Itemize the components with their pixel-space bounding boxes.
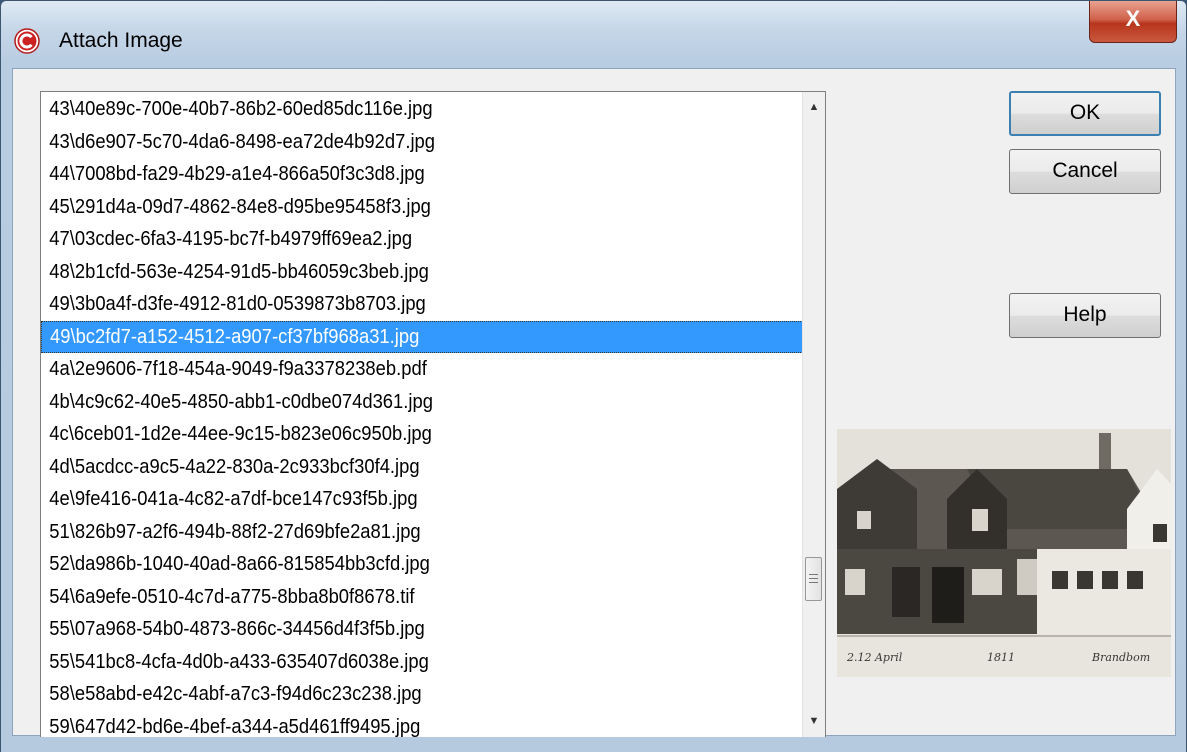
file-listbox[interactable]: 43\40e89c-700e-40b7-86b2-60ed85dc116e.jp…	[40, 91, 826, 739]
list-item-label: 59\647d42-bd6e-4bef-a344-a5d461ff9495.jp…	[49, 715, 421, 738]
app-c-logo-icon	[14, 28, 40, 54]
cancel-button[interactable]: Cancel	[1009, 149, 1161, 194]
file-list: 43\40e89c-700e-40b7-86b2-60ed85dc116e.jp…	[41, 93, 807, 739]
scroll-thumb[interactable]	[805, 557, 822, 601]
list-item-label: 4c\6ceb01-1d2e-44ee-9c15-b823e06c950b.jp…	[49, 423, 432, 445]
list-item-selected[interactable]: 49\bc2fd7-a152-4512-a907-cf37bf968a31.jp…	[41, 320, 807, 353]
list-item-label: 43\40e89c-700e-40b7-86b2-60ed85dc116e.jp…	[49, 98, 433, 120]
list-item[interactable]: 45\291d4a-09d7-4862-84e8-d95be95458f3.jp…	[41, 191, 746, 224]
caption-signature: Brandbom	[1091, 651, 1150, 664]
list-item[interactable]: 44\7008bd-fa29-4b29-a1e4-866a50f3c3d8.jp…	[41, 158, 746, 191]
grip-line	[809, 574, 818, 575]
list-item[interactable]: 4e\9fe416-041a-4c82-a7df-bce147c93f5b.jp…	[41, 483, 746, 516]
list-item-label: 4e\9fe416-041a-4c82-a7df-bce147c93f5b.jp…	[49, 488, 418, 510]
list-item[interactable]: 58\e58abd-e42c-4abf-a7c3-f94d6c23c238.jp…	[41, 678, 746, 711]
list-item-label: 48\2b1cfd-563e-4254-91d5-bb46059c3beb.jp…	[49, 260, 429, 283]
list-item-label: 49\bc2fd7-a152-4512-a907-cf37bf968a31.jp…	[50, 325, 420, 348]
list-item-label: 58\e58abd-e42c-4abf-a7c3-f94d6c23c238.jp…	[49, 683, 422, 705]
list-item[interactable]: 51\826b97-a2f6-494b-88f2-27d69bfe2a81.jp…	[41, 516, 746, 549]
list-item-label: 4a\2e9606-7f18-454a-9049-f9a3378238eb.pd…	[49, 358, 427, 380]
attach-image-dialog: Attach Image X 43\40e89c-700e-40b7-86b2-…	[0, 0, 1187, 752]
scroll-up-icon[interactable]: ▲	[803, 96, 825, 118]
list-item[interactable]: 4d\5acdcc-a9c5-4a22-830a-2c933bcf30f4.jp…	[41, 451, 746, 484]
help-button[interactable]: Help	[1009, 293, 1161, 338]
caption-date: 2.12 April	[846, 651, 903, 664]
preview-sketch: 2.12 April 1811 Brandbom	[837, 429, 1171, 677]
grip-line	[809, 582, 818, 583]
list-item-label: 45\291d4a-09d7-4862-84e8-d95be95458f3.jp…	[49, 195, 431, 218]
list-item[interactable]: 43\d6e907-5c70-4da6-8498-ea72de4b92d7.jp…	[41, 126, 746, 159]
list-item-label: 54\6a9efe-0510-4c7d-a775-8bba8b0f8678.ti…	[49, 585, 415, 608]
list-item[interactable]: 54\6a9efe-0510-4c7d-a775-8bba8b0f8678.ti…	[41, 581, 746, 614]
list-item-label: 51\826b97-a2f6-494b-88f2-27d69bfe2a81.jp…	[49, 520, 421, 543]
dialog-client-area: 43\40e89c-700e-40b7-86b2-60ed85dc116e.jp…	[12, 68, 1176, 739]
list-item[interactable]: 49\3b0a4f-d3fe-4912-81d0-0539873b8703.jp…	[41, 288, 746, 321]
list-item-label: 47\03cdec-6fa3-4195-bc7f-b4979ff69ea2.jp…	[49, 228, 413, 250]
list-item-label: 52\da986b-1040-40ad-8a66-815854bb3cfd.jp…	[49, 553, 430, 575]
list-item[interactable]: 47\03cdec-6fa3-4195-bc7f-b4979ff69ea2.jp…	[41, 223, 746, 256]
list-item-label: 55\541bc8-4cfa-4d0b-a433-635407d6038e.jp…	[49, 650, 429, 673]
image-preview: 2.12 April 1811 Brandbom	[837, 429, 1171, 677]
list-item[interactable]: 55\541bc8-4cfa-4d0b-a433-635407d6038e.jp…	[41, 646, 746, 679]
list-item-label: 49\3b0a4f-d3fe-4912-81d0-0539873b8703.jp…	[49, 293, 426, 315]
list-item[interactable]: 43\40e89c-700e-40b7-86b2-60ed85dc116e.jp…	[41, 93, 746, 126]
grip-line	[809, 578, 818, 579]
list-item-label: 4b\4c9c62-40e5-4850-abb1-c0dbe074d361.jp…	[49, 390, 433, 413]
list-item-label: 44\7008bd-fa29-4b29-a1e4-866a50f3c3d8.jp…	[49, 163, 425, 185]
list-item[interactable]: 52\da986b-1040-40ad-8a66-815854bb3cfd.jp…	[41, 548, 746, 581]
window-bottom-frame	[1, 737, 1186, 752]
close-icon: X	[1125, 6, 1141, 31]
list-item[interactable]: 59\647d42-bd6e-4bef-a344-a5d461ff9495.jp…	[41, 711, 746, 739]
list-item[interactable]: 4a\2e9606-7f18-454a-9049-f9a3378238eb.pd…	[41, 353, 746, 386]
list-item-label: 55\07a968-54b0-4873-866c-34456d4f3f5b.jp…	[49, 618, 425, 640]
close-button[interactable]: X	[1089, 1, 1177, 43]
scroll-down-icon[interactable]: ▼	[803, 710, 825, 732]
list-item[interactable]: 4b\4c9c62-40e5-4850-abb1-c0dbe074d361.jp…	[41, 386, 746, 419]
list-item-label: 4d\5acdcc-a9c5-4a22-830a-2c933bcf30f4.jp…	[49, 455, 420, 478]
list-item[interactable]: 55\07a968-54b0-4873-866c-34456d4f3f5b.jp…	[41, 613, 746, 646]
ok-button[interactable]: OK	[1009, 91, 1161, 136]
list-item-label: 43\d6e907-5c70-4da6-8498-ea72de4b92d7.jp…	[49, 130, 436, 153]
vertical-scrollbar[interactable]: ▲ ▼	[802, 92, 825, 738]
list-item[interactable]: 48\2b1cfd-563e-4254-91d5-bb46059c3beb.jp…	[41, 256, 746, 289]
list-item[interactable]: 4c\6ceb01-1d2e-44ee-9c15-b823e06c950b.jp…	[41, 418, 746, 451]
window-title: Attach Image	[59, 29, 183, 52]
caption-year: 1811	[987, 651, 1015, 664]
title-bar[interactable]: Attach Image X	[1, 1, 1186, 63]
